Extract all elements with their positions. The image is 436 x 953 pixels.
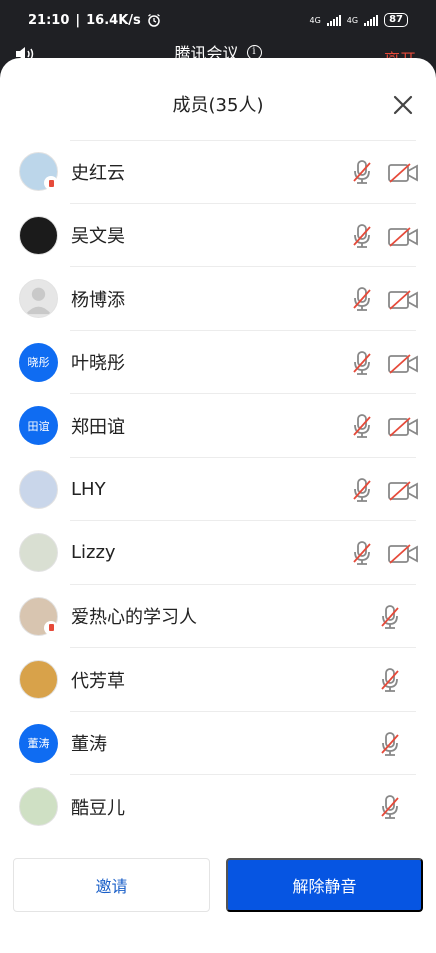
mic-muted-icon[interactable] bbox=[380, 668, 400, 692]
member-name: 爱热心的学习人 bbox=[71, 607, 197, 629]
camera-off-icon[interactable] bbox=[388, 289, 418, 311]
camera-off-icon[interactable] bbox=[388, 480, 418, 502]
default-avatar-icon bbox=[19, 279, 58, 318]
signal-icon-1 bbox=[326, 14, 341, 26]
close-icon[interactable] bbox=[392, 94, 414, 116]
member-row[interactable]: 晓彤 叶晓彤 bbox=[0, 331, 436, 395]
avatar-photo bbox=[19, 787, 58, 826]
member-row[interactable]: 董涛 董涛 bbox=[0, 712, 436, 776]
avatar-photo bbox=[19, 215, 58, 255]
footer-actions: 邀请 解除静音 bbox=[0, 858, 436, 912]
member-row[interactable]: 史红云 bbox=[0, 140, 436, 204]
member-name: 董涛 bbox=[71, 734, 107, 756]
member-name: 吴文昊 bbox=[71, 226, 125, 248]
member-name: Lizzy bbox=[71, 542, 116, 564]
members-sheet: 成员(35人) 史红云 吴文昊 杨博添 晓彤 叶晓彤 田谊 郑田谊 LHY Lizzy 爱热心的学… bbox=[0, 58, 436, 953]
camera-off-icon[interactable] bbox=[388, 543, 418, 565]
member-row[interactable]: LHY bbox=[0, 458, 436, 522]
member-name: 杨博添 bbox=[71, 289, 125, 311]
avatar-photo bbox=[19, 660, 58, 699]
sheet-header: 成员(35人) bbox=[0, 58, 436, 140]
status-time: 21:10 bbox=[28, 12, 70, 28]
screen-share-badge-icon bbox=[44, 620, 58, 635]
member-row[interactable]: 酷豆儿 bbox=[0, 775, 436, 839]
status-speed: 16.4K/s bbox=[86, 12, 141, 28]
status-right: 4G 4G 87 bbox=[309, 13, 408, 27]
member-row[interactable]: Lizzy bbox=[0, 521, 436, 585]
member-name: 叶晓彤 bbox=[71, 353, 125, 375]
member-row[interactable]: 爱热心的学习人 bbox=[0, 585, 436, 649]
screen-share-badge-icon bbox=[44, 176, 58, 190]
member-list: 史红云 吴文昊 杨博添 晓彤 叶晓彤 田谊 郑田谊 LHY Lizzy 爱热心的学习人 代芳草 董涛董… bbox=[0, 140, 436, 839]
camera-off-icon[interactable] bbox=[388, 226, 418, 248]
mic-muted-icon[interactable] bbox=[352, 541, 372, 565]
member-name: 史红云 bbox=[71, 162, 125, 184]
signal-icon-2 bbox=[364, 14, 379, 26]
member-name: 酷豆儿 bbox=[71, 797, 125, 819]
status-bar: 21:10 | 16.4K/s 4G 4G 87 bbox=[0, 0, 436, 40]
mic-muted-icon[interactable] bbox=[352, 223, 372, 248]
mic-muted-icon[interactable] bbox=[380, 604, 400, 629]
mic-muted-icon[interactable] bbox=[352, 287, 372, 311]
alarm-icon bbox=[147, 13, 160, 27]
network-label-2: 4G bbox=[346, 15, 359, 25]
camera-off-icon[interactable] bbox=[388, 416, 418, 438]
member-row[interactable]: 田谊 郑田谊 bbox=[0, 394, 436, 458]
member-name: LHY bbox=[71, 478, 106, 500]
member-row[interactable]: 吴文昊 bbox=[0, 204, 436, 268]
member-row[interactable]: 代芳草 bbox=[0, 648, 436, 712]
invite-button[interactable]: 邀请 bbox=[13, 858, 210, 912]
avatar-text: 董涛 bbox=[19, 723, 58, 763]
avatar-text: 田谊 bbox=[19, 406, 58, 445]
mic-muted-icon[interactable] bbox=[380, 731, 400, 756]
mic-muted-icon[interactable] bbox=[352, 160, 372, 184]
mic-muted-icon[interactable] bbox=[352, 477, 372, 502]
mic-muted-icon[interactable] bbox=[352, 414, 372, 438]
sheet-title: 成员(35人) bbox=[172, 95, 264, 116]
status-separator: | bbox=[75, 12, 81, 28]
member-row[interactable]: 杨博添 bbox=[0, 267, 436, 331]
avatar-photo bbox=[19, 533, 58, 572]
mic-muted-icon[interactable] bbox=[352, 350, 372, 375]
status-left: 21:10 | 16.4K/s bbox=[28, 13, 161, 28]
avatar-text: 晓彤 bbox=[19, 342, 58, 382]
member-name: 代芳草 bbox=[71, 670, 125, 692]
avatar-photo bbox=[19, 469, 58, 509]
unmute-button[interactable]: 解除静音 bbox=[226, 858, 423, 912]
network-label-1: 4G bbox=[309, 15, 321, 25]
battery-indicator: 87 bbox=[384, 13, 408, 27]
camera-off-icon[interactable] bbox=[388, 353, 418, 375]
mic-muted-icon[interactable] bbox=[380, 795, 400, 819]
member-name: 郑田谊 bbox=[71, 416, 125, 438]
camera-off-icon[interactable] bbox=[388, 162, 418, 184]
